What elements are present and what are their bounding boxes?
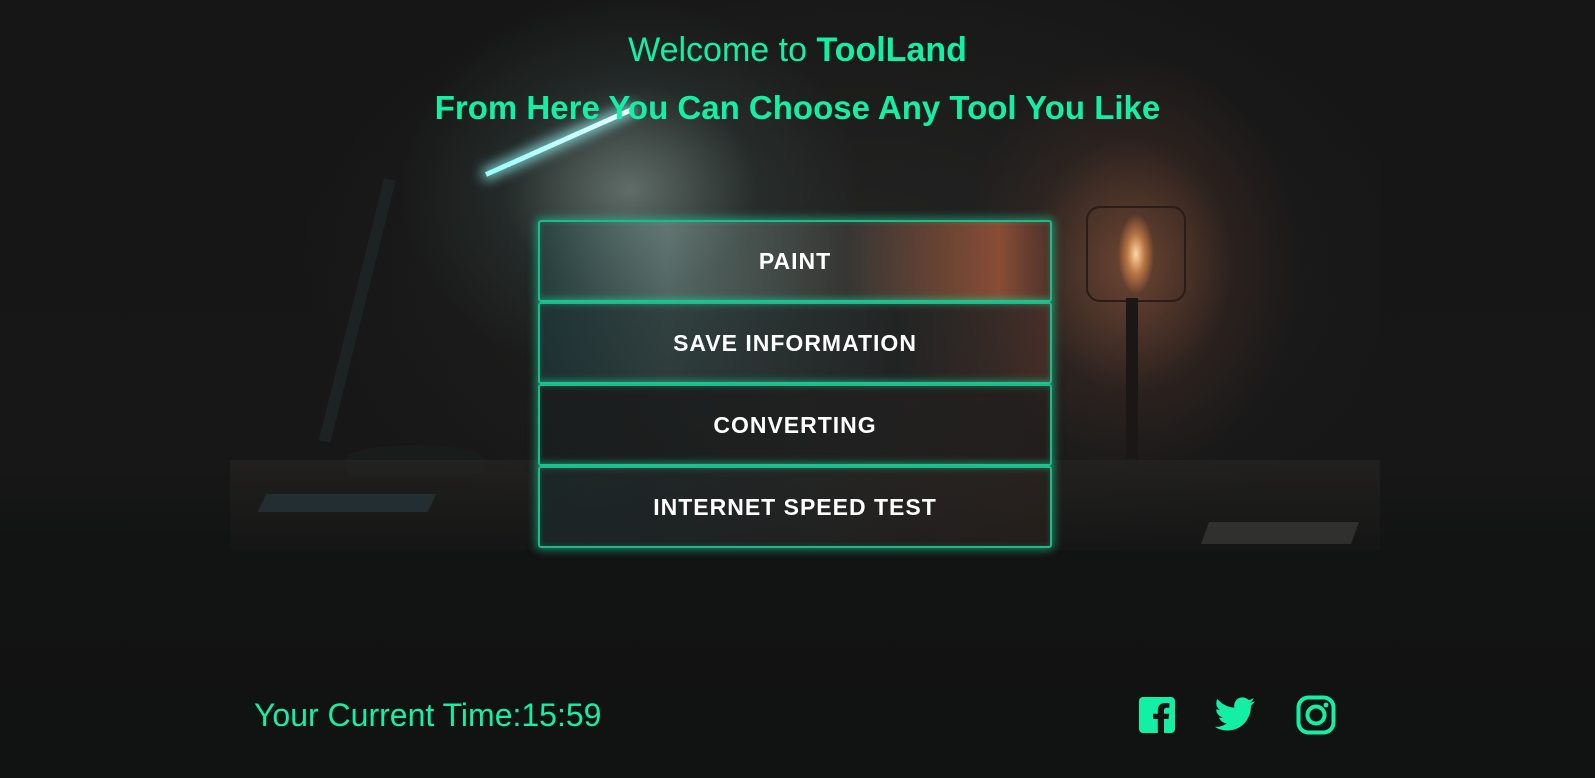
facebook-link[interactable] [1136, 694, 1178, 736]
save-information-button[interactable]: SAVE INFORMATION [538, 302, 1052, 384]
cage-lamp-stem [1126, 298, 1138, 458]
desk-book [257, 494, 437, 512]
brand-name: ToolLand [816, 31, 967, 69]
welcome-heading: Welcome to ToolLand [0, 28, 1595, 72]
current-time-label: Your Current Time: [254, 697, 522, 733]
internet-speed-test-button[interactable]: INTERNET SPEED TEST [538, 466, 1052, 548]
instagram-link[interactable] [1295, 694, 1337, 736]
tool-menu: PAINT SAVE INFORMATION CONVERTING INTERN… [538, 220, 1052, 548]
page-subtitle: From Here You Can Choose Any Tool You Li… [434, 89, 1161, 126]
welcome-prefix: Welcome to [628, 31, 817, 69]
page: Welcome to ToolLand From Here You Can Ch… [0, 0, 1595, 778]
current-time-value: 15:59 [521, 697, 602, 733]
page-header: Welcome to ToolLand From Here You Can Ch… [0, 28, 1595, 130]
current-time: Your Current Time:15:59 [254, 695, 601, 735]
desk-paper [1200, 522, 1360, 544]
cage-lamp [1086, 206, 1186, 302]
instagram-icon [1296, 695, 1336, 735]
converting-button[interactable]: CONVERTING [538, 384, 1052, 466]
paint-button[interactable]: PAINT [538, 220, 1052, 302]
twitter-icon [1214, 697, 1255, 731]
facebook-icon [1139, 697, 1175, 733]
twitter-link[interactable] [1214, 694, 1256, 736]
